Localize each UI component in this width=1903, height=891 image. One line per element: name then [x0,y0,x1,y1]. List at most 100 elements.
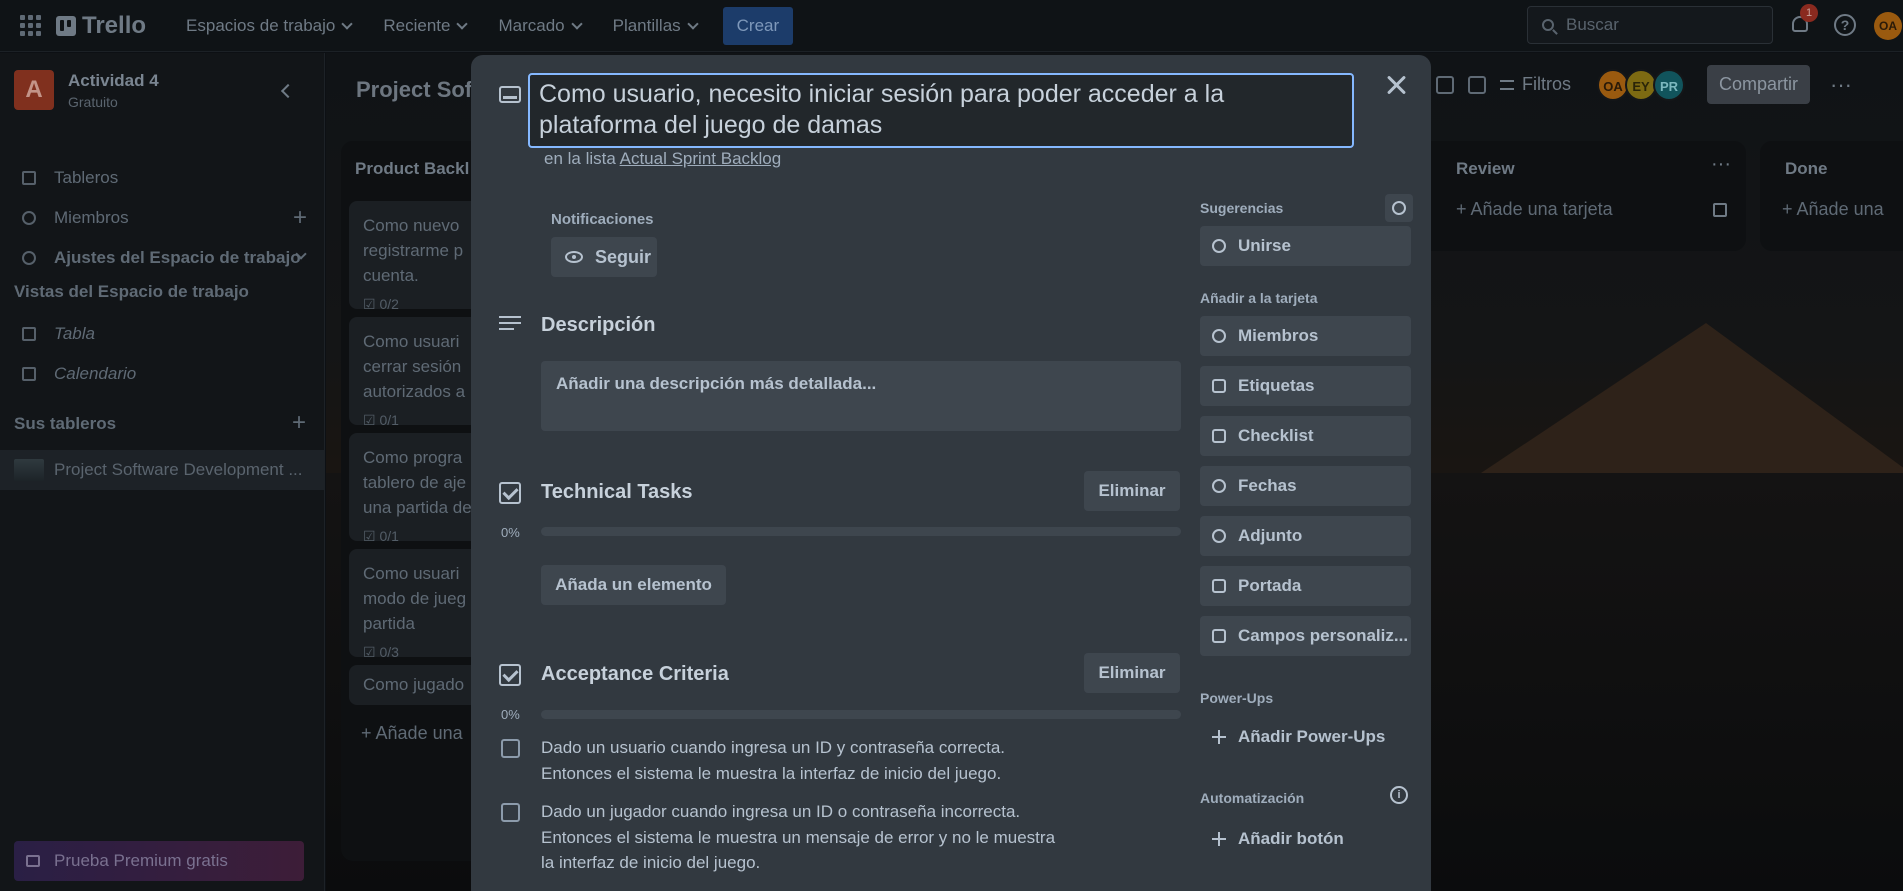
sidebar-item-members[interactable]: Miembros + [0,201,325,235]
gear-icon[interactable] [1385,194,1413,222]
search-placeholder: Buscar [1566,15,1619,34]
person-icon [22,211,36,225]
checklist-count: 0/2 [379,296,399,312]
checklist-item-text[interactable]: Dado un usuario cuando ingresa un ID y c… [541,735,1005,786]
button-label: Portada [1238,576,1302,595]
workspace-avatar[interactable]: A [14,70,54,110]
add-card-button[interactable]: + Añade una tarjeta [1456,199,1613,220]
custom-fields-button[interactable]: Campos personaliz... [1200,616,1411,656]
add-button-button[interactable]: Añadir botón [1200,819,1411,859]
create-button[interactable]: Crear [722,6,794,45]
sidebar-item-boards[interactable]: Tableros [0,161,325,195]
chevron-down-icon [570,17,583,30]
paperclip-icon [1212,529,1226,543]
attachment-button[interactable]: Adjunto [1200,516,1411,556]
dates-button[interactable]: Fechas [1200,466,1411,506]
checklist-progress-bar [541,710,1181,719]
menu-label: Plantillas [612,15,681,35]
search-input[interactable]: Buscar [1527,6,1773,44]
menu-recent[interactable]: Reciente [371,8,478,44]
join-button[interactable]: Unirse [1200,226,1411,266]
help-icon[interactable]: ? [1834,14,1856,36]
checklist-title[interactable]: Acceptance Criteria [541,663,729,686]
in-list-prefix: en la lista [544,149,616,168]
trello-logo-icon [56,15,76,36]
menu-workspaces[interactable]: Espacios de trabajo [174,8,363,44]
checkbox[interactable] [501,803,520,822]
eye-icon [565,251,583,263]
board-icon [22,171,36,185]
automation-label: Automatización [1200,790,1305,806]
top-bar: Trello Espacios de trabajo Reciente Marc… [0,0,1903,52]
list-title: Review [1456,159,1515,178]
add-board-icon[interactable]: + [292,409,306,437]
list-title: Product Backl [355,159,470,178]
app-switcher-icon[interactable] [20,14,42,37]
filters-button[interactable]: Filtros [1500,74,1571,95]
add-card-button[interactable]: + Añade una [1782,199,1884,220]
checkbox[interactable] [501,739,520,758]
lightning-icon[interactable] [1468,75,1486,94]
menu-starred[interactable]: Marcado [486,8,592,44]
board-title[interactable]: Project Sof [356,77,472,103]
checklist-progress-bar [541,527,1181,536]
checklist-percent: 0% [501,707,520,722]
chevron-down-icon [341,17,354,30]
notifications-label: Notificaciones [551,211,654,228]
info-icon[interactable]: i [1390,786,1408,804]
add-member-icon[interactable]: + [293,204,307,232]
chevron-down-icon [456,17,469,30]
delete-checklist-button[interactable]: Eliminar [1084,653,1180,693]
list-menu-icon[interactable]: ··· [1711,153,1731,176]
checklist-count: 0/3 [379,644,399,660]
member-avatar[interactable]: PR [1653,68,1685,101]
button-label: Añadir botón [1238,829,1344,848]
plus-icon [1212,832,1226,846]
sidebar-item-settings[interactable]: Ajustes del Espacio de trabajo [0,241,325,275]
members-button[interactable]: Miembros [1200,316,1411,356]
item-line: la interfaz de inicio del juego. [541,853,761,872]
list-link[interactable]: Actual Sprint Backlog [620,149,782,168]
menu-label: Marcado [498,15,565,35]
chevron-down-icon [686,17,699,30]
workspace-sidebar: A Actividad 4 Gratuito Tableros Miembros… [0,53,325,891]
checklist-button[interactable]: Checklist [1200,416,1411,456]
board-thumbnail [14,459,44,481]
sidebar-item-table[interactable]: Tabla [0,317,325,351]
send-icon[interactable] [1436,75,1454,94]
powerups-label: Power-Ups [1200,690,1274,706]
labels-button[interactable]: Etiquetas [1200,366,1411,406]
list-title: Done [1785,159,1828,178]
share-label: Compartir [1719,74,1799,94]
close-icon[interactable] [1376,65,1416,105]
sidebar-item-calendar[interactable]: Calendario [0,357,325,391]
trello-logo[interactable]: Trello [56,12,146,40]
delete-checklist-button[interactable]: Eliminar [1084,471,1180,511]
notifications-button[interactable]: 1 [1790,4,1818,36]
follow-button[interactable]: Seguir [551,237,657,277]
filters-label: Filtros [1522,74,1571,94]
item-line: Entonces el sistema le muestra la interf… [541,763,1002,783]
tag-icon [1212,379,1226,393]
cover-icon [1212,579,1226,593]
more-menu-icon[interactable]: ··· [1830,72,1852,98]
list-reference: en la lista Actual Sprint Backlog [544,149,781,169]
add-powerups-button[interactable]: Añadir Power-Ups [1200,717,1411,757]
user-avatar[interactable]: OA [1874,12,1902,40]
add-card-button[interactable]: + Añade una [361,723,463,744]
sidebar-board-item[interactable]: Project Software Development ... [0,450,325,490]
template-icon[interactable] [1713,203,1727,217]
card-title-input[interactable]: Como usuario, necesito iniciar sesión pa… [528,73,1354,148]
checklist-item-text[interactable]: Dado un jugador cuando ingresa un ID o c… [541,799,1055,876]
cover-button[interactable]: Portada [1200,566,1411,606]
filter-icon [1500,79,1514,90]
checklist-title[interactable]: Technical Tasks [541,481,693,504]
premium-trial-button[interactable]: Prueba Premium gratis [14,841,304,881]
menu-label: Reciente [383,15,451,35]
description-input[interactable]: Añadir una descripción más detallada... [541,361,1181,431]
menu-templates[interactable]: Plantillas [601,8,709,44]
sidebar-item-label: Ajustes del Espacio de trabajo [54,248,301,267]
add-item-button[interactable]: Añada un elemento [541,565,726,605]
checklist-count: 0/1 [379,528,399,544]
share-button[interactable]: Compartir [1707,65,1811,104]
